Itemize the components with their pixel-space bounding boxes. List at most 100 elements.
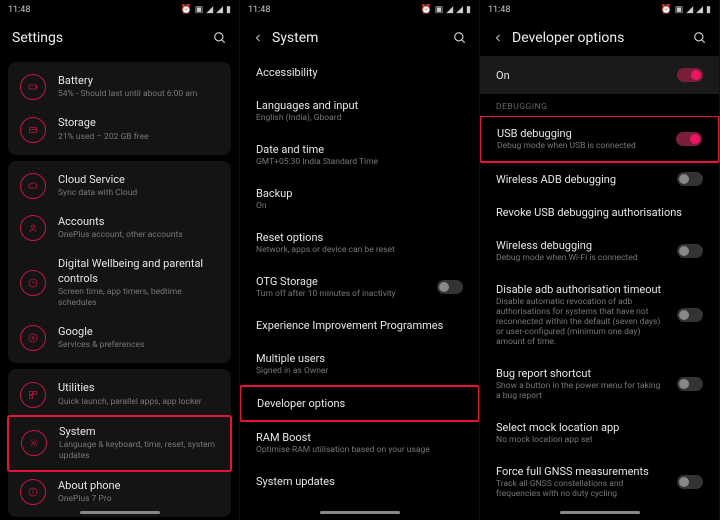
settings-item-account[interactable]: AccountsOnePlus account, other accounts <box>8 207 231 249</box>
item-title: Force full GNSS measurements <box>496 465 667 478</box>
system-item[interactable]: Accessibility <box>240 56 479 89</box>
settings-item-about[interactable]: About phoneOnePlus 7 Pro <box>8 471 231 513</box>
dev-item[interactable]: Wireless debuggingDebug mode when Wi-Fi … <box>480 229 719 273</box>
search-icon[interactable] <box>453 31 467 45</box>
item-sub: 21% used – 202 GB free <box>58 132 219 143</box>
item-sub: GMT+05:30 India Standard Time <box>256 157 463 167</box>
settings-item-google[interactable]: GoogleServices & preferences <box>8 317 231 359</box>
header: Settings <box>0 20 239 56</box>
master-toggle[interactable] <box>677 68 703 82</box>
nav-indicator[interactable] <box>560 511 640 514</box>
system-item[interactable]: System updates <box>240 465 479 498</box>
item-title: Wireless ADB debugging <box>496 173 667 186</box>
status-icons: ⏰▣◢◢▮ <box>660 5 711 15</box>
status-icons: ⏰▣◢◢▮ <box>180 5 231 15</box>
dev-item[interactable]: Force full GNSS measurementsTrack all GN… <box>480 455 719 509</box>
dev-item[interactable]: Wireless ADB debugging <box>480 162 719 196</box>
dev-item[interactable]: Select mock location appNo mock location… <box>480 411 719 455</box>
dev-item[interactable]: Disable adb authorisation timeoutDisable… <box>480 273 719 357</box>
settings-item-utilities[interactable]: UtilitiesQuick launch, parallel apps, ap… <box>8 373 231 415</box>
system-item[interactable]: RAM BoostOptimise RAM utilisation based … <box>240 421 479 465</box>
item-title: Backup <box>256 187 463 200</box>
item-sub: Optimise RAM utilisation based on your u… <box>256 445 463 455</box>
item-sub: 54% - Should last until about 6:00 am <box>58 89 219 100</box>
battery-icon <box>20 74 46 100</box>
settings-panel: 11:48 ⏰▣◢◢▮ Settings Battery54% - Should… <box>0 0 240 520</box>
item-title: Accounts <box>58 215 219 229</box>
nav-indicator[interactable] <box>320 511 400 514</box>
page-title: Settings <box>12 30 203 46</box>
toggle[interactable] <box>677 308 703 322</box>
developer-list: USB debuggingDebug mode when USB is conn… <box>480 116 719 520</box>
page-title: Developer options <box>512 30 683 46</box>
header: Developer options <box>480 20 719 56</box>
item-sub: Debug mode when USB is connected <box>497 141 666 151</box>
storage-icon <box>20 117 46 143</box>
dev-item[interactable]: USB debuggingDebug mode when USB is conn… <box>480 116 719 163</box>
toggle[interactable] <box>437 280 463 294</box>
system-item[interactable]: Experience Improvement Programmes <box>240 309 479 342</box>
google-icon <box>20 325 46 351</box>
item-sub: Debug mode when Wi-Fi is connected <box>496 253 667 263</box>
item-title: About phone <box>58 479 219 493</box>
system-item[interactable]: OTG StorageTurn off after 10 minutes of … <box>240 265 479 309</box>
item-title: Multiple users <box>256 352 463 365</box>
developer-panel: 11:48 ⏰▣◢◢▮ Developer options On DEBUGGI… <box>480 0 720 520</box>
search-icon[interactable] <box>693 31 707 45</box>
item-title: Battery <box>58 74 219 88</box>
back-icon[interactable] <box>492 32 502 44</box>
system-icon <box>21 430 47 456</box>
item-title: Languages and input <box>256 99 463 112</box>
item-title: Wireless debugging <box>496 239 667 252</box>
toggle[interactable] <box>677 377 703 391</box>
master-toggle-row[interactable]: On <box>480 56 719 94</box>
item-title: Accessibility <box>256 66 463 79</box>
settings-item-system[interactable]: SystemLanguage & keyboard, time, reset, … <box>7 415 232 472</box>
clock: 11:48 <box>488 5 510 15</box>
item-title: Experience Improvement Programmes <box>256 319 463 332</box>
settings-item-wellbeing[interactable]: Digital Wellbeing and parental controlsS… <box>8 249 231 317</box>
clock: 11:48 <box>248 5 270 15</box>
item-title: Select mock location app <box>496 421 703 434</box>
item-sub: Signed in as Owner <box>256 366 463 376</box>
toggle[interactable] <box>677 475 703 489</box>
status-bar: 11:48 ⏰▣◢◢▮ <box>0 0 239 20</box>
system-item[interactable]: Developer options <box>240 385 479 422</box>
system-item[interactable]: BackupOn <box>240 177 479 221</box>
system-item[interactable]: Multiple usersSigned in as Owner <box>240 342 479 386</box>
toggle[interactable] <box>677 172 703 186</box>
item-title: Google <box>58 325 219 339</box>
toggle[interactable] <box>676 132 702 146</box>
settings-list: Battery54% - Should last until about 6:0… <box>0 56 239 520</box>
item-sub: No mock location app set <box>496 435 703 445</box>
dev-item[interactable]: Bug report shortcutShow a button in the … <box>480 357 719 411</box>
item-sub: Turn off after 10 minutes of inactivity <box>256 289 427 299</box>
on-label: On <box>496 69 510 82</box>
item-sub: OnePlus account, other accounts <box>58 230 219 241</box>
item-title: Disable adb authorisation timeout <box>496 283 667 296</box>
nav-indicator[interactable] <box>80 511 160 514</box>
system-list: Accessibility Languages and inputEnglish … <box>240 56 479 520</box>
settings-item-cloud[interactable]: Cloud ServiceSync data with Cloud <box>8 165 231 207</box>
page-title: System <box>272 30 443 46</box>
back-icon[interactable] <box>252 32 262 44</box>
item-title: Reset options <box>256 231 463 244</box>
system-item[interactable]: Languages and inputEnglish (India), Gboa… <box>240 89 479 133</box>
toggle[interactable] <box>677 244 703 258</box>
search-icon[interactable] <box>213 31 227 45</box>
system-item[interactable]: Reset optionsNetwork, apps or device can… <box>240 221 479 265</box>
item-title: Revoke USB debugging authorisations <box>496 206 703 219</box>
system-item[interactable]: Date and timeGMT+05:30 India Standard Ti… <box>240 133 479 177</box>
status-icons: ⏰▣◢◢▮ <box>420 5 471 15</box>
item-title: Bug report shortcut <box>496 367 667 380</box>
dev-item[interactable]: Revoke USB debugging authorisations <box>480 196 719 229</box>
cloud-icon <box>20 173 46 199</box>
item-sub: Show a button in the power menu for taki… <box>496 381 667 401</box>
wellbeing-icon <box>20 270 46 296</box>
item-title: Utilities <box>58 381 219 395</box>
account-icon <box>20 215 46 241</box>
item-sub: Track all GNSS constellations and freque… <box>496 479 667 499</box>
settings-item-battery[interactable]: Battery54% - Should last until about 6:0… <box>8 66 231 108</box>
settings-item-storage[interactable]: Storage21% used – 202 GB free <box>8 108 231 150</box>
about-icon <box>20 479 46 505</box>
